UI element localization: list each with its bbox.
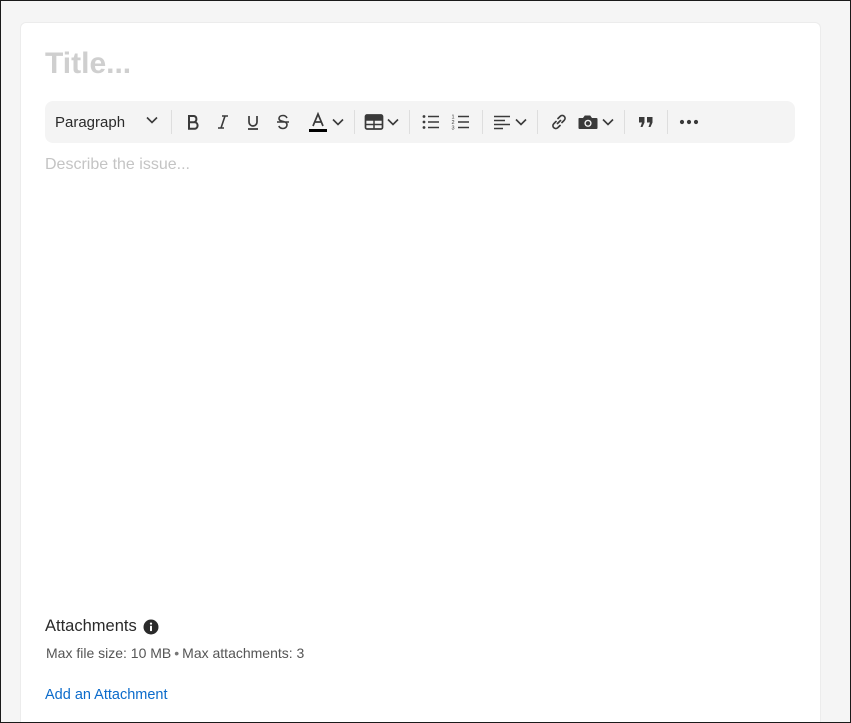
max-file-size: Max file size: 10 MB xyxy=(46,645,172,661)
issue-description-editor[interactable] xyxy=(45,156,795,576)
info-icon[interactable] xyxy=(143,619,159,635)
more-icon xyxy=(679,119,699,125)
separator-dot: • xyxy=(174,645,180,661)
link-icon xyxy=(549,112,569,132)
table-icon xyxy=(364,113,384,131)
align-left-icon xyxy=(492,113,512,131)
attachments-label: Attachments xyxy=(45,617,137,635)
chevron-down-icon xyxy=(601,115,615,129)
toolbar-divider xyxy=(354,110,355,134)
bulleted-list-button[interactable] xyxy=(416,106,446,138)
link-button[interactable] xyxy=(544,106,574,138)
numbered-list-icon: 123 xyxy=(451,113,471,131)
bold-button[interactable] xyxy=(178,106,208,138)
toolbar-divider xyxy=(482,110,483,134)
svg-text:3: 3 xyxy=(452,126,455,132)
blockquote-button[interactable] xyxy=(631,106,661,138)
numbered-list-button[interactable]: 123 xyxy=(446,106,476,138)
toolbar-divider xyxy=(667,110,668,134)
italic-button[interactable] xyxy=(208,106,238,138)
paragraph-format-select[interactable]: Paragraph xyxy=(45,101,165,143)
chevron-down-icon xyxy=(386,115,400,129)
bulleted-list-icon xyxy=(421,113,441,131)
toolbar-divider xyxy=(537,110,538,134)
paragraph-format-value: Paragraph xyxy=(55,113,126,131)
camera-icon xyxy=(577,113,599,131)
attachments-heading: Attachments xyxy=(45,617,159,636)
text-color-button[interactable] xyxy=(304,106,348,138)
strikethrough-button[interactable] xyxy=(268,106,298,138)
add-attachment-link[interactable]: Add an Attachment xyxy=(45,687,168,703)
toolbar-divider xyxy=(409,110,410,134)
align-button[interactable] xyxy=(489,106,531,138)
bold-icon xyxy=(184,113,202,131)
attachment-limits: Max file size: 10 MB • Max attachments: 3 xyxy=(46,645,304,661)
chevron-down-icon xyxy=(145,113,159,131)
italic-icon xyxy=(214,113,232,131)
underline-button[interactable] xyxy=(238,106,268,138)
table-button[interactable] xyxy=(361,106,403,138)
toolbar-divider xyxy=(624,110,625,134)
max-attachments: Max attachments: 3 xyxy=(182,645,305,661)
toolbar-divider xyxy=(171,110,172,134)
underline-icon xyxy=(244,113,262,131)
more-options-button[interactable] xyxy=(674,106,704,138)
image-button[interactable] xyxy=(574,106,618,138)
editor-toolbar: Paragraph 1 2 3 xyxy=(45,101,795,143)
quote-icon xyxy=(637,114,655,130)
chevron-down-icon xyxy=(514,115,528,129)
text-color-icon xyxy=(307,111,329,133)
strikethrough-icon xyxy=(274,113,292,131)
title-input[interactable] xyxy=(45,42,785,86)
chevron-down-icon xyxy=(331,115,345,129)
